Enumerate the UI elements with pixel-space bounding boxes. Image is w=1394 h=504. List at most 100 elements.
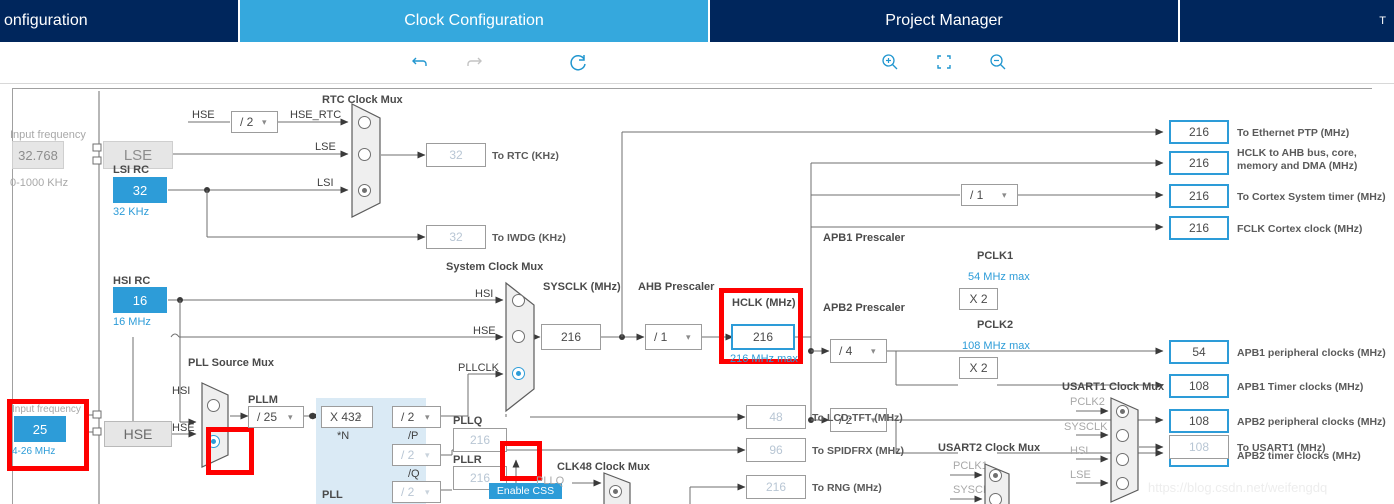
output-apb1-timer-label: APB1 Timer clocks (MHz) xyxy=(1237,381,1364,393)
output-rng-field: 216 xyxy=(746,475,806,499)
lse-input-frequency-label: Input frequency xyxy=(10,129,86,141)
plln-select[interactable]: X 432 ▾ xyxy=(321,406,373,428)
tab-project-manager[interactable]: Project Manager xyxy=(710,0,1180,42)
hse-input-frequency-field[interactable]: 25 xyxy=(14,416,66,442)
hsi-value-field[interactable]: 16 xyxy=(113,287,167,313)
output-apb1-timer-field: 108 xyxy=(1169,374,1229,398)
hse-input-frequency-label: Input frequency xyxy=(12,404,81,415)
pclk1-max-label: 54 MHz max xyxy=(968,271,1030,283)
hclk-label: HCLK (MHz) xyxy=(732,297,796,309)
hsi-title: HSI RC xyxy=(113,275,151,287)
ahb-prescaler-select[interactable]: / 1 ▾ xyxy=(645,324,702,350)
pllq-select[interactable]: / 2 ▾ xyxy=(392,444,441,466)
pll-source-option-hsi[interactable] xyxy=(207,399,220,412)
chevron-down-icon: ▾ xyxy=(262,117,267,127)
hse-rtc-divider-select[interactable]: / 2 ▾ xyxy=(231,111,278,133)
output-lcd-tft-field: 48 xyxy=(746,405,806,429)
fit-to-screen-icon[interactable] xyxy=(932,52,956,76)
output-fclk-cortex-field: 216 xyxy=(1169,216,1229,240)
output-spidfrx-label: To SPIDFRX (MHz) xyxy=(812,445,904,457)
usart1-mux-option-sysclk[interactable] xyxy=(1116,429,1129,442)
usart1-clock-mux-title: USART1 Clock Mux xyxy=(1062,381,1165,393)
rtc-mux-option-lse[interactable] xyxy=(358,148,371,161)
pll-source-highlight xyxy=(206,427,254,475)
sysmux-option-hse[interactable] xyxy=(512,330,525,343)
pclk2-max-label: 108 MHz max xyxy=(962,340,1030,352)
pllq-output-field: 216 xyxy=(453,428,507,452)
sysmux-hsi-label: HSI xyxy=(475,288,494,300)
lsi-unit-label: 32 KHz xyxy=(113,206,150,218)
usart2-clock-mux[interactable] xyxy=(983,462,1011,504)
chevron-down-icon: ▾ xyxy=(357,412,362,422)
hse-rtc-divider-input-label: HSE xyxy=(192,109,215,121)
tab-tools[interactable]: T xyxy=(1180,0,1392,42)
system-clock-mux[interactable] xyxy=(504,281,536,418)
reset-circular-arrow-icon[interactable] xyxy=(566,52,590,76)
pll-source-hsi-label: HSI xyxy=(172,385,191,397)
output-apb2-peripheral-label: APB2 peripheral clocks (MHz) xyxy=(1237,416,1386,428)
hclk-value-field[interactable]: 216 xyxy=(731,324,795,350)
clk48-mux-pllq-label: PLLQ xyxy=(536,475,565,487)
usart1-mux-option-lse[interactable] xyxy=(1116,477,1129,490)
hse-oscillator-block[interactable]: HSE xyxy=(104,421,172,447)
chevron-down-icon: ▾ xyxy=(425,450,430,460)
rtc-mux-lsi-label: LSI xyxy=(317,177,334,189)
to-iwdg-value-field: 32 xyxy=(426,225,486,249)
system-clock-mux-title: System Clock Mux xyxy=(446,261,544,273)
chevron-down-icon: ▾ xyxy=(425,412,430,422)
output-ethernet-ptp-label: To Ethernet PTP (MHz) xyxy=(1237,127,1350,139)
usart2-mux-option-pclk1[interactable] xyxy=(989,469,1002,482)
zoom-in-icon[interactable] xyxy=(878,52,902,76)
lsi-value-field[interactable]: 32 xyxy=(113,177,167,203)
sysclk-value-field: 216 xyxy=(541,324,601,350)
pllr-output-label: PLLR xyxy=(453,454,482,466)
lse-input-frequency-field[interactable]: 32.768 xyxy=(12,141,64,169)
pclk2-label: PCLK2 xyxy=(977,319,1014,331)
usart1-mux-option-pclk2[interactable] xyxy=(1116,405,1129,418)
tab-pinout-configuration[interactable]: onfiguration xyxy=(0,0,240,42)
clock-toolbar: Resolve Clock Issues xyxy=(0,42,1394,116)
chevron-down-icon: ▾ xyxy=(425,487,430,497)
tab-label: Clock Configuration xyxy=(404,12,544,29)
pllp-select[interactable]: / 2 ▾ xyxy=(392,406,441,428)
chevron-down-icon: ▾ xyxy=(1002,190,1007,200)
usart1-mux-option-hsi[interactable] xyxy=(1116,453,1129,466)
chevron-down-icon: ▾ xyxy=(288,412,293,422)
output-spidfrx-field: 96 xyxy=(746,438,806,462)
output-apb1-peripheral-label: APB1 peripheral clocks (MHz) xyxy=(1237,347,1386,359)
watermark-text: https://blog.csdn.net/weifengdq xyxy=(1148,480,1328,495)
output-apb1-peripheral-field: 54 xyxy=(1169,340,1229,364)
rtc-mux-option-hse-rtc[interactable] xyxy=(358,116,371,129)
zoom-out-icon[interactable] xyxy=(986,52,1010,76)
usart2-clock-mux-title: USART2 Clock Mux xyxy=(938,442,1041,454)
pllm-label: PLLM xyxy=(248,394,278,406)
to-rtc-value-field: 32 xyxy=(426,143,486,167)
pllm-select[interactable]: / 25 ▾ xyxy=(248,406,304,428)
tab-label: T xyxy=(1379,15,1386,27)
redo-arrow-icon[interactable] xyxy=(462,52,486,76)
main-tab-bar: onfiguration Clock Configuration Project… xyxy=(0,0,1394,42)
pllp-sublabel: /P xyxy=(408,430,419,442)
sysmux-option-hsi[interactable] xyxy=(512,294,525,307)
undo-arrow-icon[interactable] xyxy=(408,52,432,76)
plln-sublabel: *N xyxy=(337,430,350,442)
tab-label: Project Manager xyxy=(885,12,1003,29)
sysmux-option-pllclk[interactable] xyxy=(512,367,525,380)
usart2-mux-option-sysclk[interactable] xyxy=(989,493,1002,504)
rtc-mux-option-lsi[interactable] xyxy=(358,184,371,197)
output-rng-label: To RNG (MHz) xyxy=(812,482,882,494)
clock-tree-canvas[interactable]: Input frequency 32.768 0-1000 KHz LSE LS… xyxy=(0,85,1394,504)
usart1-clock-mux[interactable] xyxy=(1109,396,1140,504)
cortex-prescaler-select[interactable]: / 1 ▾ xyxy=(961,184,1018,206)
apb1-prescaler-select[interactable]: / 4 ▾ xyxy=(830,339,887,363)
clk48-mux-option-pllq[interactable] xyxy=(609,485,622,498)
tab-clock-configuration[interactable]: Clock Configuration xyxy=(240,0,710,42)
rtc-clock-mux[interactable] xyxy=(350,102,382,224)
output-hclk-ahb-label: HCLK to AHB bus, core, memory and DMA (M… xyxy=(1237,147,1358,172)
hse-range-label: 4-26 MHz xyxy=(12,446,56,457)
clk48-clock-mux[interactable] xyxy=(602,471,632,504)
chevron-down-icon: ▾ xyxy=(871,346,876,356)
pllr-select[interactable]: / 2 ▾ xyxy=(392,481,441,503)
pllq-value: / 2 xyxy=(401,448,415,462)
output-hclk-ahb-field: 216 xyxy=(1169,151,1229,175)
